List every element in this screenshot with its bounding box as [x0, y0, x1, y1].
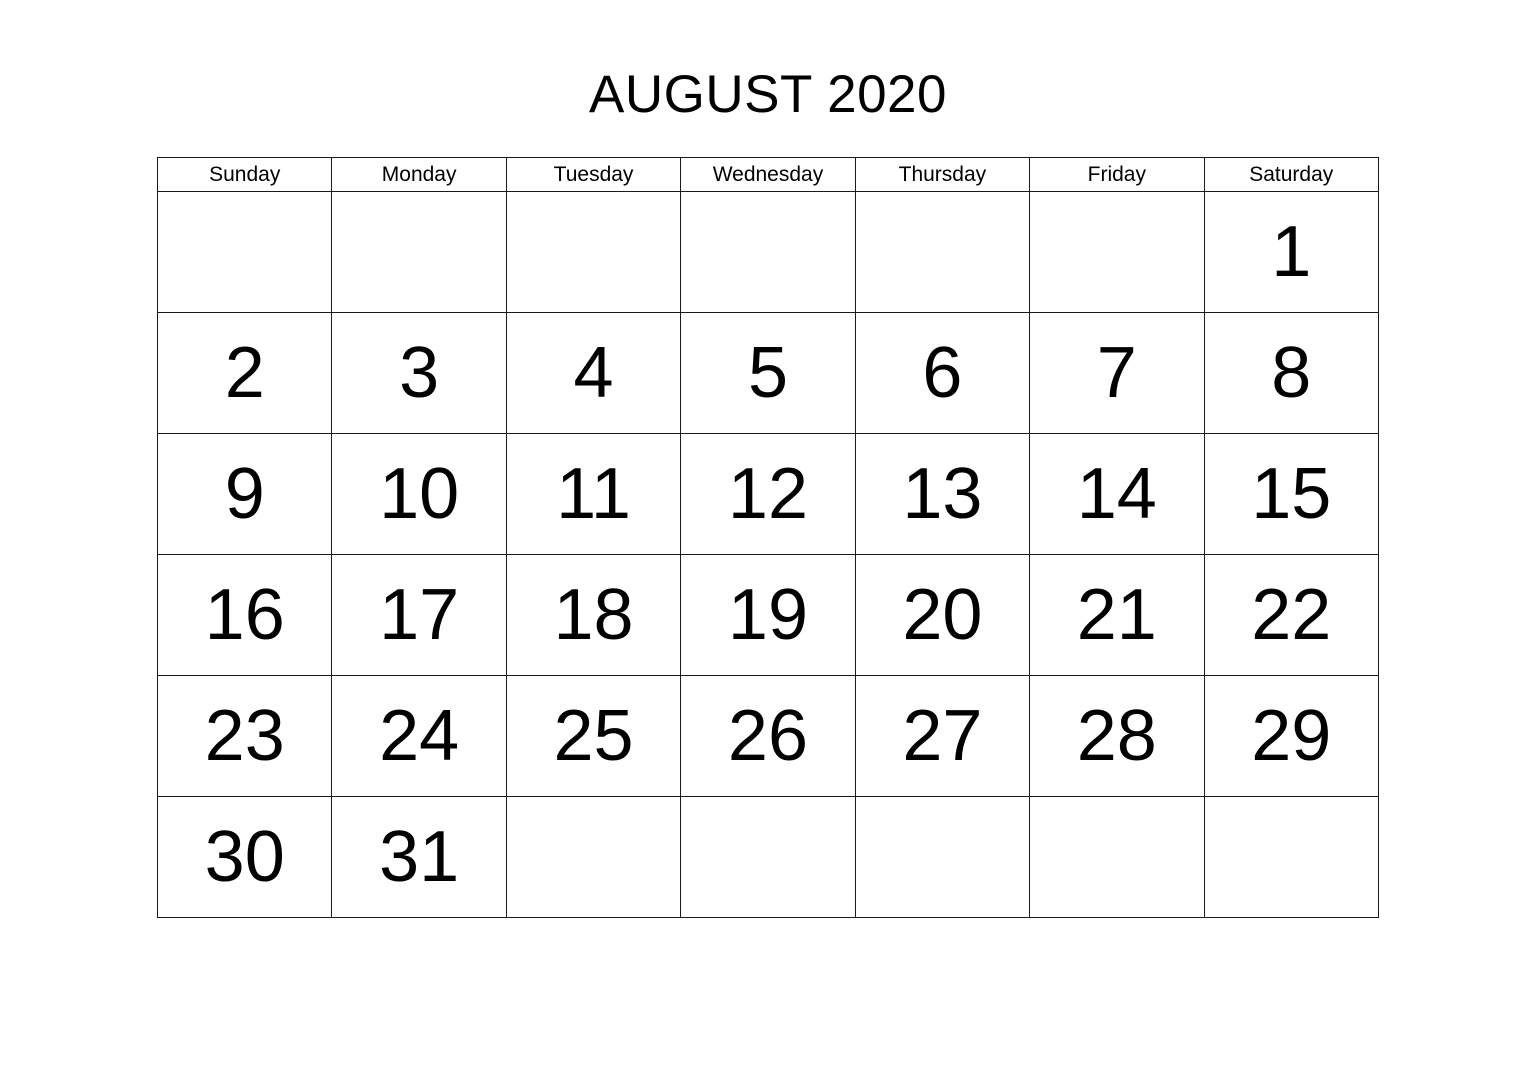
day-cell[interactable]	[505, 796, 682, 918]
day-number: 4	[573, 333, 614, 413]
day-cell[interactable]: 1	[1203, 191, 1379, 313]
calendar-week-row: 30 31	[156, 796, 1379, 918]
weekday-header-tuesday: Tuesday	[505, 157, 682, 192]
day-number: 7	[1096, 333, 1137, 413]
day-cell[interactable]: 20	[854, 554, 1031, 676]
calendar-page: AUGUST 2020 Sunday Monday Tuesday Wednes…	[0, 0, 1536, 1085]
calendar-week-row: 2 3 4 5 6 7 8	[156, 312, 1379, 434]
day-number: 5	[747, 333, 788, 413]
weekday-header-sunday: Sunday	[156, 157, 333, 192]
weekday-header-monday: Monday	[331, 157, 507, 192]
day-number: 27	[902, 696, 983, 776]
weekday-header-friday: Friday	[1029, 157, 1205, 192]
day-cell[interactable]: 19	[680, 554, 856, 676]
day-number: 3	[399, 333, 440, 413]
day-number: 17	[379, 575, 460, 655]
day-cell[interactable]: 13	[854, 433, 1031, 555]
day-cell[interactable]: 4	[505, 312, 682, 434]
day-cell[interactable]: 30	[156, 796, 333, 918]
weekday-header-row: Sunday Monday Tuesday Wednesday Thursday…	[156, 157, 1379, 192]
day-number: 22	[1251, 575, 1332, 655]
day-cell[interactable]: 29	[1203, 675, 1379, 797]
day-cell[interactable]: 18	[505, 554, 682, 676]
day-cell[interactable]: 17	[331, 554, 507, 676]
day-cell[interactable]: 12	[680, 433, 856, 555]
day-cell[interactable]: 23	[156, 675, 333, 797]
day-cell[interactable]	[505, 191, 682, 313]
calendar-week-row: 1	[156, 191, 1379, 313]
day-cell[interactable]	[854, 191, 1031, 313]
day-cell[interactable]: 25	[505, 675, 682, 797]
page-title: AUGUST 2020	[588, 65, 948, 124]
day-number: 24	[379, 696, 460, 776]
day-number: 10	[379, 454, 460, 534]
day-number: 28	[1076, 696, 1157, 776]
day-cell[interactable]	[1203, 796, 1379, 918]
day-cell[interactable]	[331, 191, 507, 313]
day-cell[interactable]: 6	[854, 312, 1031, 434]
day-cell[interactable]	[1029, 796, 1205, 918]
day-number: 18	[553, 575, 634, 655]
day-number: 30	[204, 817, 285, 897]
day-cell[interactable]: 21	[1029, 554, 1205, 676]
day-cell[interactable]: 27	[854, 675, 1031, 797]
day-number: 26	[727, 696, 809, 776]
day-number: 9	[224, 454, 265, 534]
day-cell[interactable]: 3	[331, 312, 507, 434]
weekday-header-wednesday: Wednesday	[680, 157, 856, 192]
day-cell[interactable]	[156, 191, 333, 313]
day-number: 15	[1251, 454, 1332, 534]
day-number: 21	[1076, 575, 1157, 655]
day-cell[interactable]: 22	[1203, 554, 1379, 676]
day-cell[interactable]	[680, 191, 856, 313]
day-cell[interactable]: 28	[1029, 675, 1205, 797]
day-cell[interactable]: 11	[505, 433, 682, 555]
day-cell[interactable]: 10	[331, 433, 507, 555]
day-cell[interactable]: 31	[331, 796, 507, 918]
day-number: 19	[727, 575, 809, 655]
day-number: 23	[204, 696, 285, 776]
day-cell[interactable]	[854, 796, 1031, 918]
calendar-week-row: 23 24 25 26 27 28 29	[156, 675, 1379, 797]
day-number: 8	[1271, 333, 1312, 413]
day-number: 25	[553, 696, 634, 776]
day-number: 16	[204, 575, 285, 655]
day-cell[interactable]: 2	[156, 312, 333, 434]
day-cell[interactable]: 16	[156, 554, 333, 676]
day-cell[interactable]: 15	[1203, 433, 1379, 555]
day-cell[interactable]: 8	[1203, 312, 1379, 434]
day-cell[interactable]: 9	[156, 433, 333, 555]
day-cell[interactable]: 26	[680, 675, 856, 797]
calendar-week-row: 16 17 18 19 20 21 22	[156, 554, 1379, 676]
day-number: 14	[1076, 454, 1157, 534]
day-cell[interactable]	[1029, 191, 1205, 313]
calendar-grid: Sunday Monday Tuesday Wednesday Thursday…	[156, 157, 1379, 918]
weekday-header-thursday: Thursday	[854, 157, 1031, 192]
day-cell[interactable]: 24	[331, 675, 507, 797]
day-number: 1	[1271, 212, 1312, 292]
weekday-header-saturday: Saturday	[1203, 157, 1379, 192]
day-number: 31	[379, 817, 460, 897]
day-number: 12	[727, 454, 809, 534]
day-cell[interactable]: 5	[680, 312, 856, 434]
calendar-week-row: 9 10 11 12 13 14 15	[156, 433, 1379, 555]
day-number: 11	[556, 454, 631, 534]
day-number: 20	[902, 575, 983, 655]
day-cell[interactable]	[680, 796, 856, 918]
day-number: 29	[1251, 696, 1332, 776]
day-cell[interactable]: 14	[1029, 433, 1205, 555]
day-number: 13	[902, 454, 983, 534]
day-cell[interactable]: 7	[1029, 312, 1205, 434]
day-number: 2	[224, 333, 265, 413]
day-number: 6	[922, 333, 963, 413]
